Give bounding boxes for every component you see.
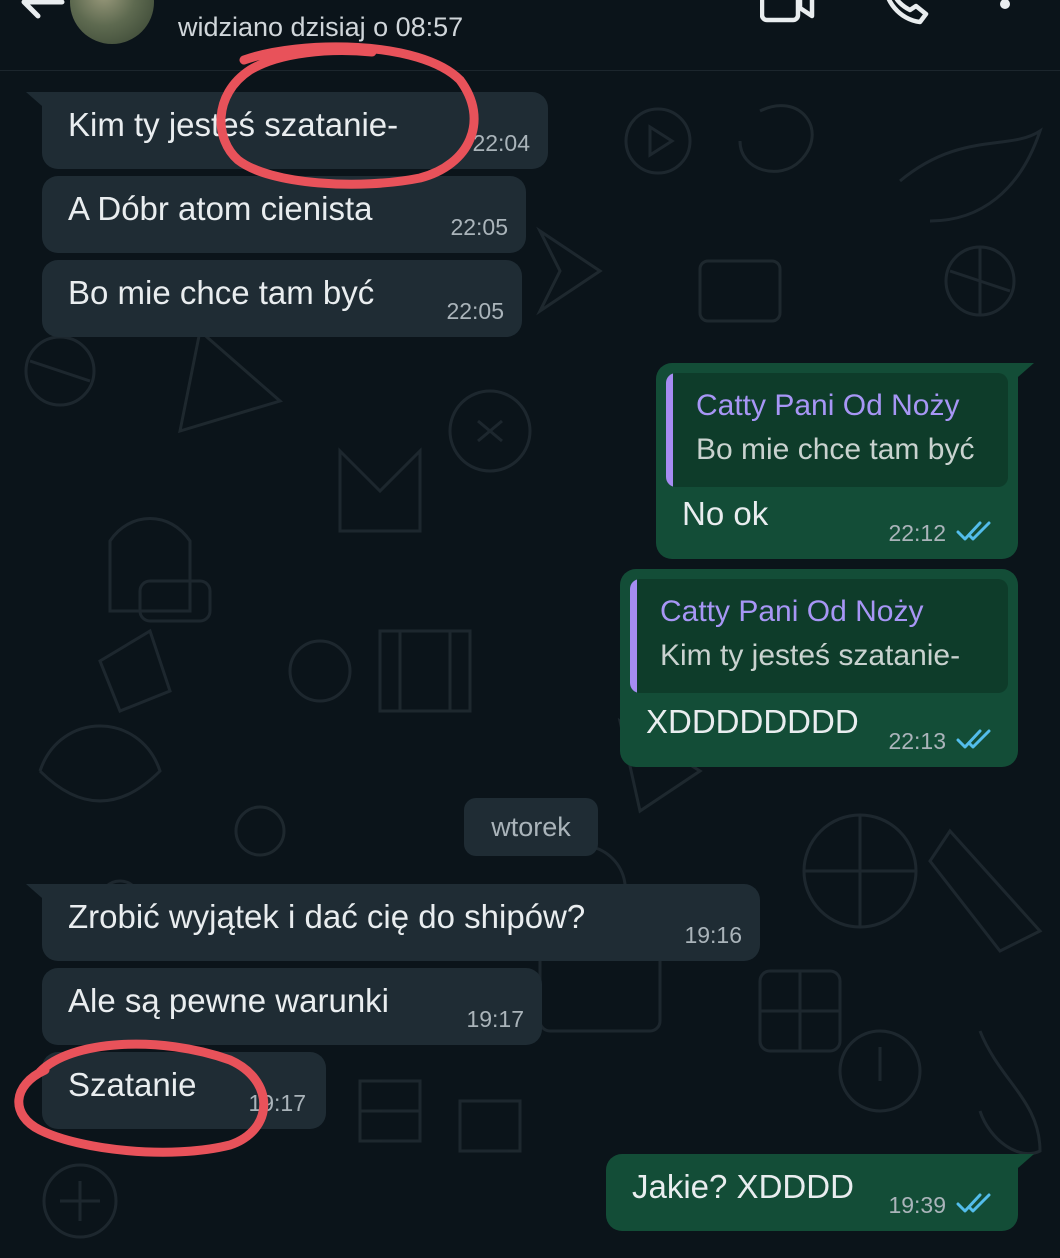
red-circle-annotation xyxy=(14,42,479,1157)
